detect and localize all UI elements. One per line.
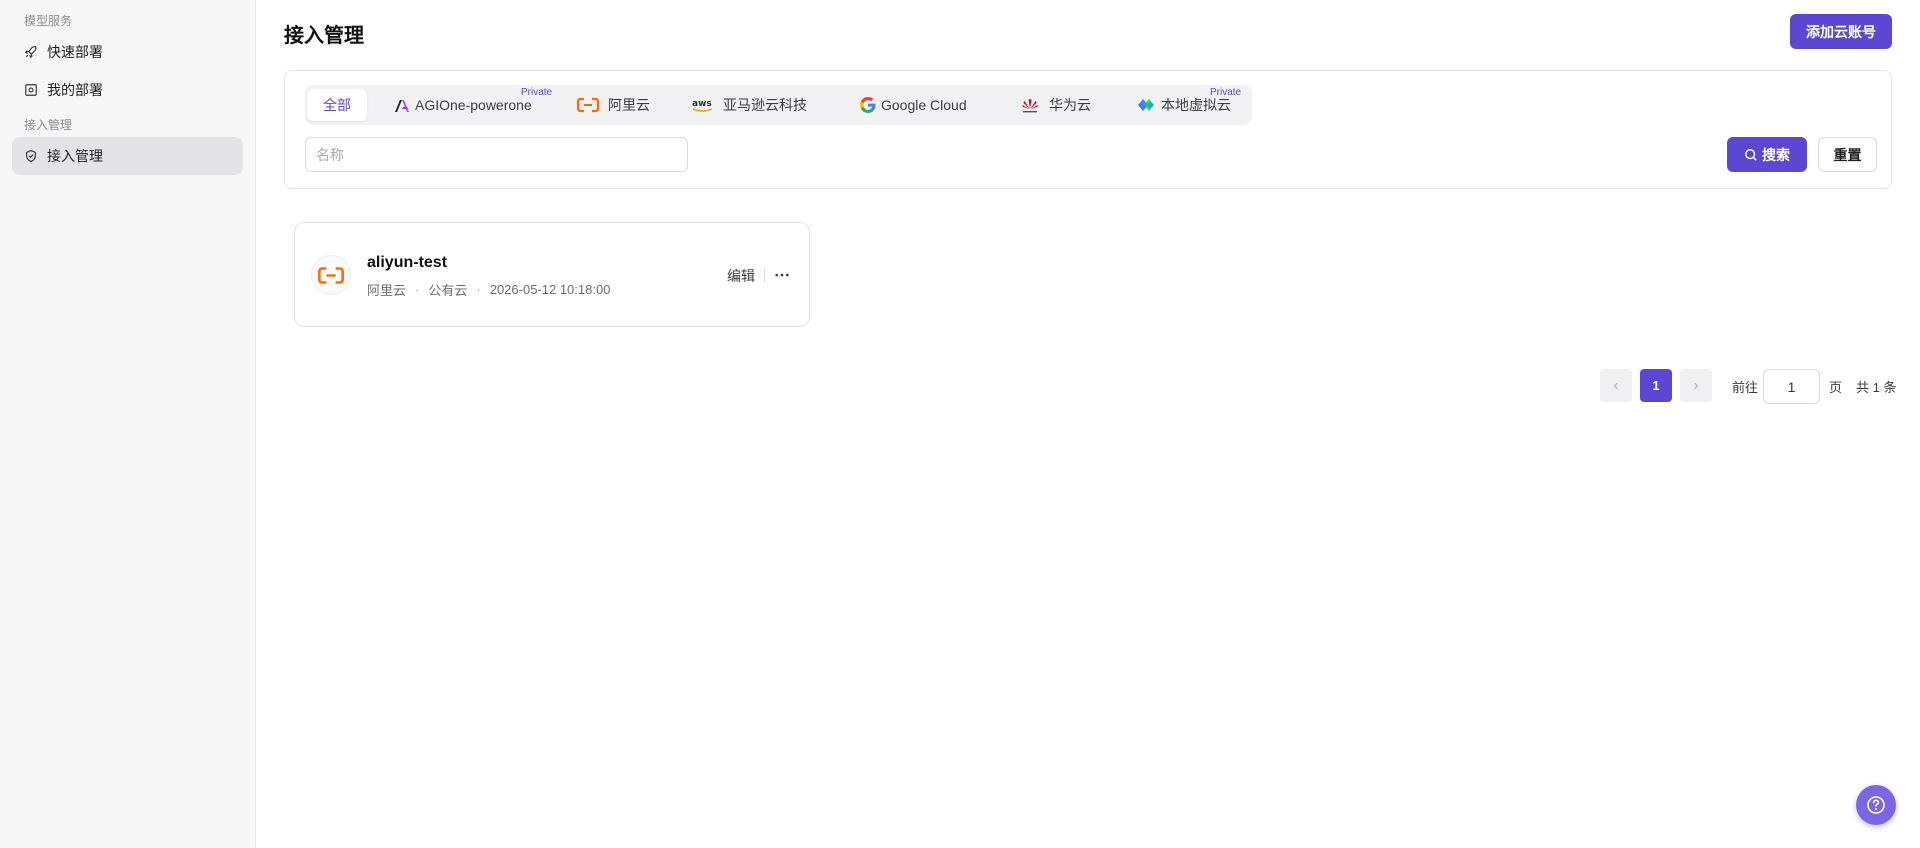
reset-button[interactable]: 重置 bbox=[1818, 137, 1877, 172]
aliyun-logo-icon bbox=[311, 255, 351, 295]
sidebar-item-quick-deploy[interactable]: 快速部署 bbox=[12, 33, 243, 71]
filter-panel: 全部 AGIOne-powerone Private 阿里云 aws 亚马逊云科… bbox=[284, 70, 1892, 189]
sidebar-group-access-management: 接入管理 bbox=[24, 118, 73, 132]
tab-agione[interactable]: AGIOne-powerone Private bbox=[393, 87, 552, 121]
page-title: 接入管理 bbox=[284, 25, 364, 47]
page-number-current[interactable]: 1 bbox=[1640, 369, 1672, 402]
page-unit-label: 页 bbox=[1829, 380, 1843, 395]
aws-logo-icon: aws bbox=[691, 96, 715, 114]
sidebar-group-model-service: 模型服务 bbox=[24, 14, 73, 28]
deployment-icon bbox=[24, 83, 38, 97]
account-provider: 阿里云 bbox=[367, 283, 407, 298]
agione-logo-icon bbox=[393, 96, 411, 114]
meta-separator: · bbox=[415, 282, 420, 297]
sidebar-item-my-deployments[interactable]: 我的部署 bbox=[12, 71, 243, 109]
sidebar: 模型服务 快速部署 我的部署 接入管理 接入管理 bbox=[0, 0, 256, 848]
total-count: 共 1 条 bbox=[1856, 380, 1897, 395]
goto-label: 前往 bbox=[1732, 380, 1759, 395]
google-logo-icon bbox=[859, 96, 877, 114]
local-cloud-icon bbox=[1135, 96, 1157, 114]
tab-label: 亚马逊云科技 bbox=[723, 97, 807, 113]
tab-label: 本地虚拟云 bbox=[1161, 97, 1231, 113]
goto-page-input[interactable] bbox=[1763, 369, 1820, 404]
tab-label: Google Cloud bbox=[881, 97, 967, 113]
tab-huawei-cloud[interactable]: 华为云 bbox=[1019, 89, 1091, 121]
private-badge: Private bbox=[521, 87, 553, 98]
account-meta: 阿里云 · 公有云 · 2026-05-12 10:18:00 bbox=[367, 280, 610, 299]
prev-page-button[interactable] bbox=[1600, 369, 1632, 402]
account-created-time: 2026-05-12 10:18:00 bbox=[489, 282, 611, 297]
provider-tabs: 全部 AGIOne-powerone Private 阿里云 aws 亚马逊云科… bbox=[305, 85, 1252, 125]
tab-label: 阿里云 bbox=[608, 97, 650, 113]
help-button[interactable] bbox=[1856, 785, 1896, 825]
tab-label: 华为云 bbox=[1049, 97, 1091, 113]
question-circle-icon bbox=[1867, 796, 1885, 814]
tab-all[interactable]: 全部 bbox=[307, 89, 367, 121]
tab-google-cloud[interactable]: Google Cloud bbox=[859, 89, 967, 121]
huawei-logo-icon bbox=[1019, 96, 1041, 114]
shield-check-icon bbox=[24, 149, 38, 163]
chevron-left-icon bbox=[1613, 382, 1618, 389]
search-icon bbox=[1745, 148, 1757, 161]
sidebar-item-access-management[interactable]: 接入管理 bbox=[12, 137, 243, 175]
private-badge: Private bbox=[1210, 87, 1242, 98]
action-divider bbox=[764, 268, 765, 282]
next-page-button[interactable] bbox=[1680, 369, 1712, 402]
tab-local-virtual-cloud[interactable]: 本地虚拟云 Private bbox=[1135, 87, 1241, 121]
account-type: 公有云 bbox=[428, 283, 468, 298]
sidebar-item-label: 快速部署 bbox=[47, 44, 103, 60]
meta-separator: · bbox=[476, 282, 481, 297]
sidebar-item-label: 我的部署 bbox=[47, 82, 103, 98]
name-search-input[interactable] bbox=[305, 137, 688, 172]
add-cloud-account-button[interactable]: 添加云账号 bbox=[1790, 14, 1892, 49]
svg-text:aws: aws bbox=[692, 99, 712, 109]
account-name: aliyun-test bbox=[367, 254, 448, 271]
chevron-right-icon bbox=[1694, 382, 1699, 389]
edit-button[interactable]: 编辑 bbox=[727, 266, 755, 286]
tab-aws[interactable]: aws 亚马逊云科技 bbox=[691, 89, 807, 121]
search-button[interactable]: 搜索 bbox=[1727, 137, 1807, 172]
pagination: 1 前往 页 共 1 条 bbox=[257, 369, 1920, 404]
cloud-account-card[interactable]: aliyun-test 阿里云 · 公有云 · 2026-05-12 10:18… bbox=[294, 222, 810, 327]
aliyun-logo-icon bbox=[576, 96, 600, 114]
main-content: 接入管理 添加云账号 全部 AGIOne-powerone Private 阿里… bbox=[257, 0, 1920, 848]
search-button-label: 搜索 bbox=[1762, 146, 1790, 163]
rocket-icon bbox=[24, 45, 38, 59]
tab-label: AGIOne-powerone bbox=[415, 97, 532, 113]
sidebar-item-label: 接入管理 bbox=[47, 148, 103, 164]
more-options-icon[interactable] bbox=[773, 266, 791, 284]
tab-aliyun[interactable]: 阿里云 bbox=[576, 89, 650, 121]
